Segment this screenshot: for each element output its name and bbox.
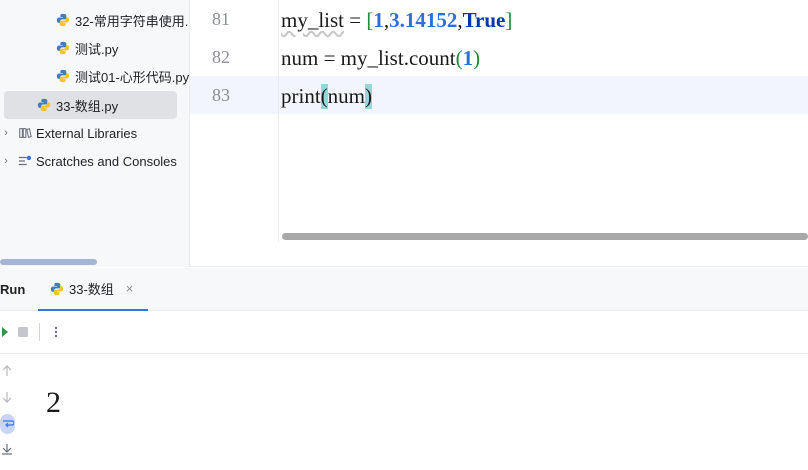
tree-item-label: 32-常用字符串使用. — [75, 13, 189, 29]
tree-item-file-33[interactable]: 33-数组.py — [4, 91, 177, 119]
run-tab-label: 33-数组 — [69, 282, 114, 297]
run-tool-window: Run 33-数组 × 2 — [0, 268, 808, 470]
toolbar-separator — [39, 323, 40, 341]
line-number: 81 — [212, 9, 230, 29]
rerun-button[interactable] — [0, 323, 14, 341]
scroll-to-end-button[interactable] — [0, 440, 14, 458]
python-file-icon — [50, 282, 64, 295]
project-tree: 32-常用字符串使用. 测试.py 测试01-心形代码.py 33-数组.py … — [0, 0, 190, 267]
token-paren-matched: ( — [320, 83, 328, 109]
tree-item-file-32[interactable]: 32-常用字符串使用. — [56, 6, 188, 34]
run-title: Run — [0, 282, 26, 297]
tree-item-file-test[interactable]: 测试.py — [56, 34, 118, 62]
code-line-83[interactable]: print(num) — [281, 77, 373, 115]
scroll-down-button[interactable] — [0, 388, 14, 406]
code-line-81[interactable]: my_list = [1, 3.14152, True] — [281, 1, 512, 39]
console-output: 2 — [46, 386, 61, 419]
token-number: 3.14152 — [389, 7, 458, 32]
code-editor[interactable]: 81 82 83 my_list = [1, 3.14152, True] num … — [190, 0, 808, 267]
soft-wrap-icon — [2, 420, 14, 428]
code-line-82[interactable]: num = my_list.count(1) — [281, 39, 480, 77]
more-icon — [54, 326, 58, 338]
run-tab[interactable]: 33-数组 × — [38, 268, 148, 311]
tree-item-external-libraries[interactable]: › External Libraries — [0, 119, 137, 147]
tree-item-label: Scratches and Consoles — [36, 153, 177, 169]
tree-item-label: 33-数组.py — [56, 98, 119, 114]
line-number: 83 — [212, 85, 230, 105]
python-file-icon — [37, 98, 51, 112]
chevron-right-icon[interactable]: › — [0, 127, 12, 139]
python-file-icon — [56, 41, 70, 55]
chevron-right-icon[interactable]: › — [0, 155, 12, 167]
sidebar-horizontal-scrollbar[interactable] — [0, 259, 97, 265]
run-toolbar — [0, 311, 808, 354]
token-keyword: True — [462, 7, 506, 32]
token-number: 1 — [373, 7, 384, 32]
token-paren: ( — [455, 45, 463, 70]
tree-item-label: 测试.py — [75, 41, 119, 57]
tree-item-label: 测试01-心形代码.py — [75, 69, 190, 85]
token-bracket: [ — [366, 7, 374, 32]
run-header: Run 33-数组 × — [0, 268, 808, 311]
tree-item-label: External Libraries — [36, 125, 138, 141]
token-identifier: my_list — [281, 7, 345, 32]
token-number: 1 — [462, 45, 474, 70]
editor-horizontal-scrollbar[interactable] — [282, 233, 808, 240]
scratches-icon — [18, 155, 32, 166]
soft-wrap-button[interactable] — [0, 414, 15, 434]
token-identifier: num — [327, 83, 366, 108]
python-file-icon — [56, 13, 70, 27]
line-number: 82 — [212, 47, 230, 67]
token-paren-matched: ) — [365, 83, 373, 109]
token-paren: ) — [473, 45, 481, 70]
token-function: print — [281, 83, 321, 108]
console-side-toolbar — [0, 354, 20, 470]
tree-item-file-test01[interactable]: 测试01-心形代码.py — [56, 62, 189, 90]
stop-icon — [18, 327, 28, 337]
more-options-button[interactable] — [47, 323, 65, 341]
python-file-icon — [56, 69, 70, 83]
arrow-down-icon — [2, 392, 12, 403]
token-operator: = — [344, 7, 367, 32]
close-icon[interactable]: × — [126, 281, 134, 296]
scroll-up-button[interactable] — [0, 362, 14, 380]
library-icon — [19, 127, 32, 139]
scroll-to-end-icon — [2, 444, 12, 455]
token-bracket: ] — [505, 7, 513, 32]
line-number-gutter: 81 82 83 — [190, 0, 279, 242]
rerun-icon — [2, 327, 8, 337]
arrow-up-icon — [2, 365, 12, 376]
token-statement: num = my_list.count — [281, 45, 456, 70]
stop-button[interactable] — [14, 323, 32, 341]
tree-item-scratches[interactable]: › Scratches and Consoles — [0, 147, 177, 175]
